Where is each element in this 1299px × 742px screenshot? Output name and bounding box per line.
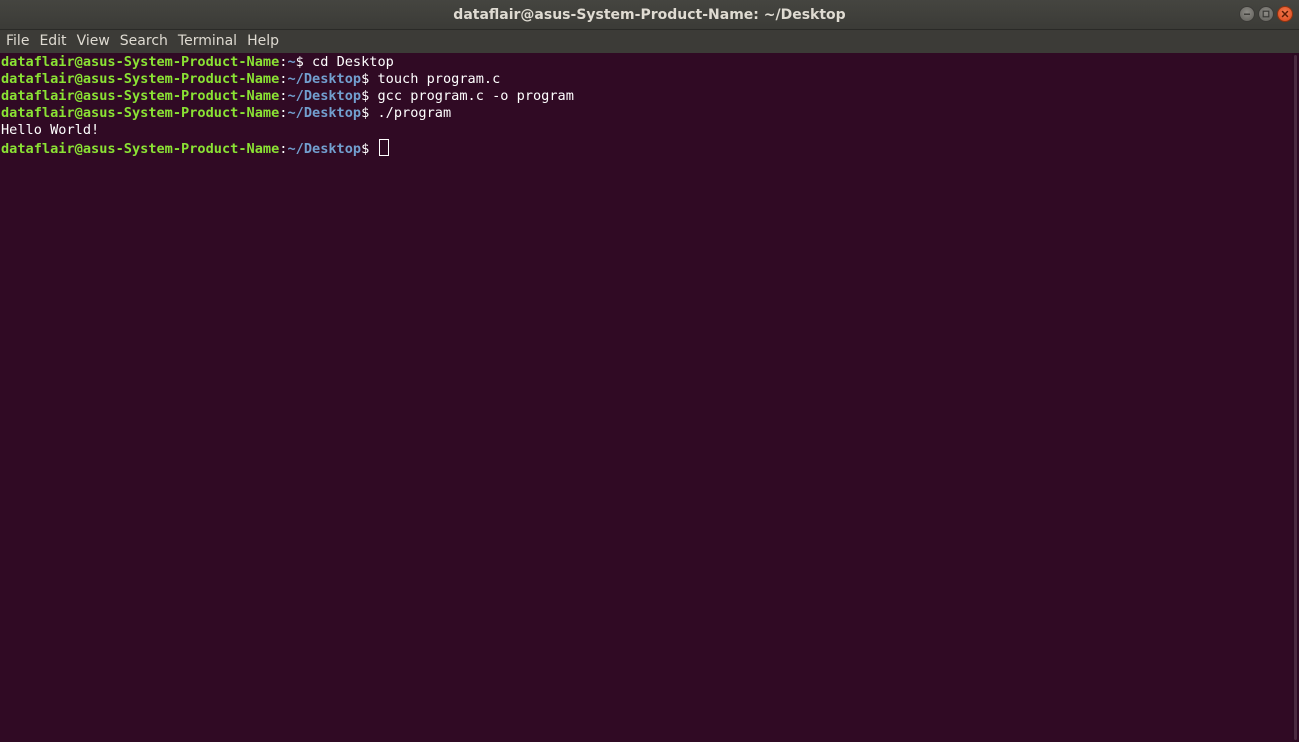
prompt-user: dataflair@asus-System-Product-Name [1,88,280,104]
terminal-line: dataflair@asus-System-Product-Name:~$ cd… [0,54,1292,71]
menu-help[interactable]: Help [242,30,284,53]
maximize-icon [1262,10,1270,18]
menu-search[interactable]: Search [115,30,173,53]
text-cursor [378,139,389,156]
menu-file[interactable]: File [1,30,34,53]
terminal-window: dataflair@asus-System-Product-Name: ~/De… [0,0,1299,742]
prompt-symbol: $ [361,71,378,87]
prompt-symbol: $ [361,88,378,104]
terminal-line: dataflair@asus-System-Product-Name:~/Des… [0,105,1292,122]
maximize-button[interactable] [1258,6,1274,22]
prompt-path: ~/Desktop [287,105,362,121]
prompt-user: dataflair@asus-System-Product-Name [1,141,280,157]
terminal-output[interactable]: dataflair@asus-System-Product-Name:~$ cd… [0,53,1292,742]
menu-terminal[interactable]: Terminal [173,30,242,53]
terminal-output-line: Hello World! [0,122,1292,139]
prompt-user: dataflair@asus-System-Product-Name [1,54,280,70]
prompt-user: dataflair@asus-System-Product-Name [1,71,280,87]
prompt-symbol: $ [361,105,378,121]
window-controls [1239,6,1293,22]
command-text: touch program.c [377,71,501,87]
prompt-user: dataflair@asus-System-Product-Name [1,105,280,121]
minimize-icon [1244,13,1250,15]
menu-view[interactable]: View [72,30,115,53]
close-button[interactable] [1277,6,1293,22]
command-text: cd Desktop [312,54,394,70]
command-text: ./program [377,105,452,121]
terminal-line: dataflair@asus-System-Product-Name:~/Des… [0,88,1292,105]
menu-edit[interactable]: Edit [34,30,71,53]
prompt-symbol: $ [361,141,378,157]
prompt-symbol: $ [295,54,313,70]
prompt-path: ~ [287,54,296,70]
prompt-path: ~/Desktop [287,141,362,157]
prompt-path: ~/Desktop [287,88,362,104]
command-text: gcc program.c -o program [377,88,574,104]
terminal-line: dataflair@asus-System-Product-Name:~/Des… [0,139,1292,157]
close-icon [1281,10,1289,18]
program-output: Hello World! [1,122,100,138]
prompt-path: ~/Desktop [287,71,362,87]
minimize-button[interactable] [1239,6,1255,22]
scrollbar-thumb[interactable] [1294,55,1297,740]
window-title: dataflair@asus-System-Product-Name: ~/De… [453,7,846,23]
terminal-line: dataflair@asus-System-Product-Name:~/Des… [0,71,1292,88]
scrollbar[interactable] [1292,53,1299,742]
menu-bar: File Edit View Search Terminal Help [0,30,1299,53]
title-bar[interactable]: dataflair@asus-System-Product-Name: ~/De… [0,0,1299,30]
